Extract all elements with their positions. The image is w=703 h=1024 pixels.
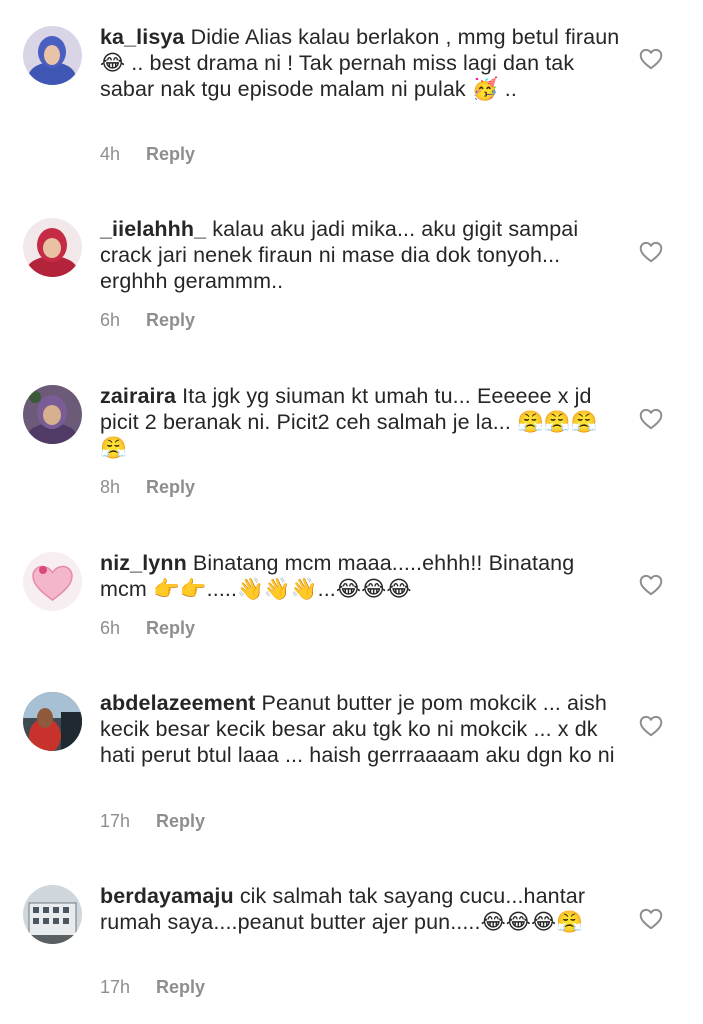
woman-in-purple-hijab-avatar bbox=[23, 385, 82, 444]
comment-time: 6h bbox=[100, 618, 121, 638]
comment-meta: 6h Reply bbox=[100, 618, 195, 639]
avatar[interactable] bbox=[23, 26, 82, 85]
comment-time: 4h bbox=[100, 144, 121, 164]
person-in-car-avatar bbox=[23, 692, 82, 751]
woman-in-blue-hijab-avatar bbox=[23, 26, 82, 85]
comment-meta: 17h Reply bbox=[100, 977, 205, 998]
reply-button[interactable]: Reply bbox=[146, 144, 195, 165]
comment-username[interactable]: niz_lynn bbox=[100, 551, 187, 575]
heart-outline-icon[interactable] bbox=[638, 406, 664, 432]
avatar[interactable] bbox=[23, 385, 82, 444]
comment-time: 17h bbox=[100, 811, 131, 831]
avatar[interactable] bbox=[23, 885, 82, 944]
heart-outline-icon[interactable] bbox=[638, 239, 664, 265]
comment-text: abdelazeement Peanut butter je pom mokci… bbox=[100, 690, 620, 768]
comment-username[interactable]: berdayamaju bbox=[100, 884, 234, 908]
comment-username[interactable]: abdelazeement bbox=[100, 691, 255, 715]
comment-meta: 6h Reply bbox=[100, 310, 195, 331]
reply-button[interactable]: Reply bbox=[146, 618, 195, 639]
avatar[interactable] bbox=[23, 552, 82, 611]
comment-text: _iielahhh_ kalau aku jadi mika... aku gi… bbox=[100, 216, 620, 294]
pink-heart-avatar bbox=[23, 552, 82, 611]
reply-button[interactable]: Reply bbox=[146, 477, 195, 498]
comment-username[interactable]: _iielahhh_ bbox=[100, 217, 206, 241]
heart-outline-icon[interactable] bbox=[638, 46, 664, 72]
heart-outline-icon[interactable] bbox=[638, 713, 664, 739]
comment-time: 17h bbox=[100, 977, 131, 997]
heart-outline-icon[interactable] bbox=[638, 572, 664, 598]
comment-username[interactable]: zairaira bbox=[100, 384, 176, 408]
reply-button[interactable]: Reply bbox=[146, 310, 195, 331]
heart-outline-icon[interactable] bbox=[638, 906, 664, 932]
comment-text: ka_lisya Didie Alias kalau berlakon , mm… bbox=[100, 24, 620, 102]
reply-button[interactable]: Reply bbox=[156, 811, 205, 832]
comment-time: 8h bbox=[100, 477, 121, 497]
woman-in-red-hijab-avatar bbox=[23, 218, 82, 277]
avatar[interactable] bbox=[23, 692, 82, 751]
building-avatar bbox=[23, 885, 82, 944]
comment-meta: 8h Reply bbox=[100, 477, 195, 498]
comment-text: berdayamaju cik salmah tak sayang cucu..… bbox=[100, 883, 620, 935]
avatar[interactable] bbox=[23, 218, 82, 277]
comment-username[interactable]: ka_lisya bbox=[100, 25, 185, 49]
comment-time: 6h bbox=[100, 310, 121, 330]
comment-text: zairaira Ita jgk yg siuman kt umah tu...… bbox=[100, 383, 620, 461]
reply-button[interactable]: Reply bbox=[156, 977, 205, 998]
comment-meta: 17h Reply bbox=[100, 811, 205, 832]
comment-text: niz_lynn Binatang mcm maaa.....ehhh!! Bi… bbox=[100, 550, 620, 602]
comment-meta: 4h Reply bbox=[100, 144, 195, 165]
